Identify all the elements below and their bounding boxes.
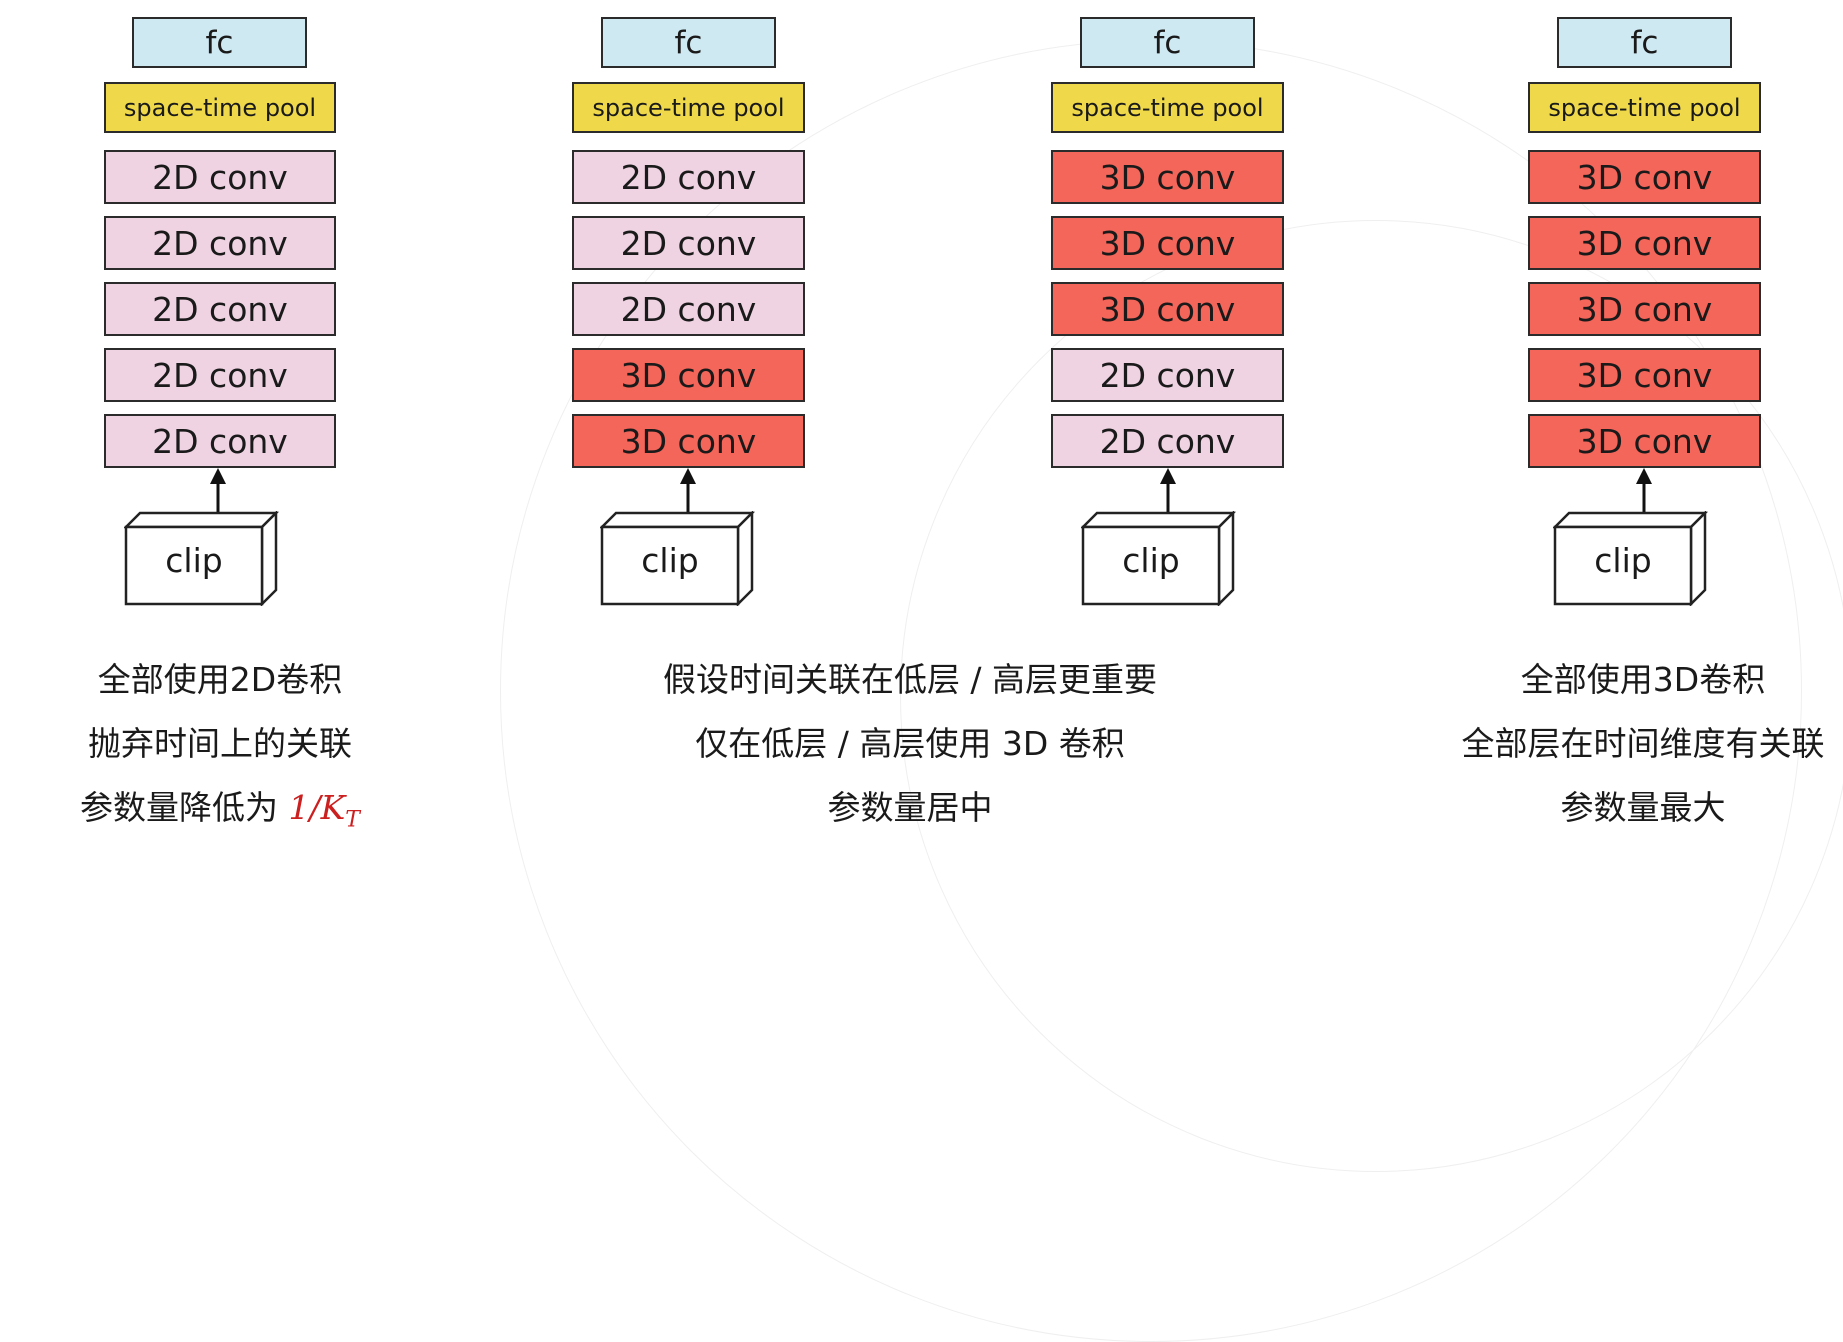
conv-layer: 3D conv <box>1528 348 1761 402</box>
clip-label: clip <box>641 541 699 580</box>
conv-layer: 2D conv <box>104 348 336 402</box>
caption-middle: 假设时间关联在低层 / 高层更重要 仅在低层 / 高层使用 3D 卷积 参数量居… <box>570 648 1250 840</box>
caption-line: 参数量降低为 1/KT <box>20 776 420 853</box>
conv-layer: 2D conv <box>104 414 336 468</box>
conv-layer: 3D conv <box>1528 282 1761 336</box>
pool-layer: space-time pool <box>1051 82 1284 133</box>
caption-line: 假设时间关联在低层 / 高层更重要 <box>662 660 1158 699</box>
conv-layer: 3D conv <box>572 414 805 468</box>
caption-left: 全部使用2D卷积 抛弃时间上的关联 参数量降低为 1/KT <box>20 648 420 853</box>
clip-label: clip <box>1122 541 1180 580</box>
conv-layer: 3D conv <box>1051 150 1284 204</box>
fc-layer: fc <box>601 17 776 68</box>
conv-layer: 2D conv <box>572 282 805 336</box>
conv-layer: 2D conv <box>104 150 336 204</box>
conv-layer: 3D conv <box>1528 150 1761 204</box>
conv-layer: 3D conv <box>572 348 805 402</box>
caption-line: 仅在低层 / 高层使用 3D 卷积 <box>695 724 1125 763</box>
pool-layer: space-time pool <box>104 82 336 133</box>
caption-line: 全部层在时间维度有关联 <box>1461 724 1825 763</box>
conv-layer: 2D conv <box>572 150 805 204</box>
up-arrow-icon <box>1636 468 1652 512</box>
caption-line-text: 参数量降低为 <box>80 788 289 827</box>
conv-layer: 3D conv <box>1528 216 1761 270</box>
up-arrow-icon <box>1160 468 1176 512</box>
param-ratio-formula: 1/KT <box>288 788 360 833</box>
caption-line: 全部使用3D卷积 <box>1520 660 1766 699</box>
clip-label: clip <box>165 541 223 580</box>
caption-line: 全部使用2D卷积 <box>97 660 343 699</box>
caption-line: 参数量最大 <box>1560 788 1726 827</box>
pool-layer: space-time pool <box>572 82 805 133</box>
conv-layer: 3D conv <box>1051 216 1284 270</box>
caption-right: 全部使用3D卷积 全部层在时间维度有关联 参数量最大 <box>1443 648 1843 840</box>
conv-layer: 2D conv <box>104 282 336 336</box>
up-arrow-icon <box>680 468 696 512</box>
up-arrow-icon <box>210 468 226 512</box>
fc-layer: fc <box>1080 17 1255 68</box>
clip-label: clip <box>1594 541 1652 580</box>
fc-layer: fc <box>1557 17 1732 68</box>
formula-text: 1/K <box>288 788 346 827</box>
caption-line: 参数量居中 <box>827 788 993 827</box>
conv-layer: 3D conv <box>1528 414 1761 468</box>
conv-layer: 2D conv <box>1051 348 1284 402</box>
pool-layer: space-time pool <box>1528 82 1761 133</box>
fc-layer: fc <box>132 17 307 68</box>
caption-line: 抛弃时间上的关联 <box>88 724 352 763</box>
conv-layer: 3D conv <box>1051 282 1284 336</box>
conv-layer: 2D conv <box>572 216 805 270</box>
conv-layer: 2D conv <box>1051 414 1284 468</box>
conv-layer: 2D conv <box>104 216 336 270</box>
